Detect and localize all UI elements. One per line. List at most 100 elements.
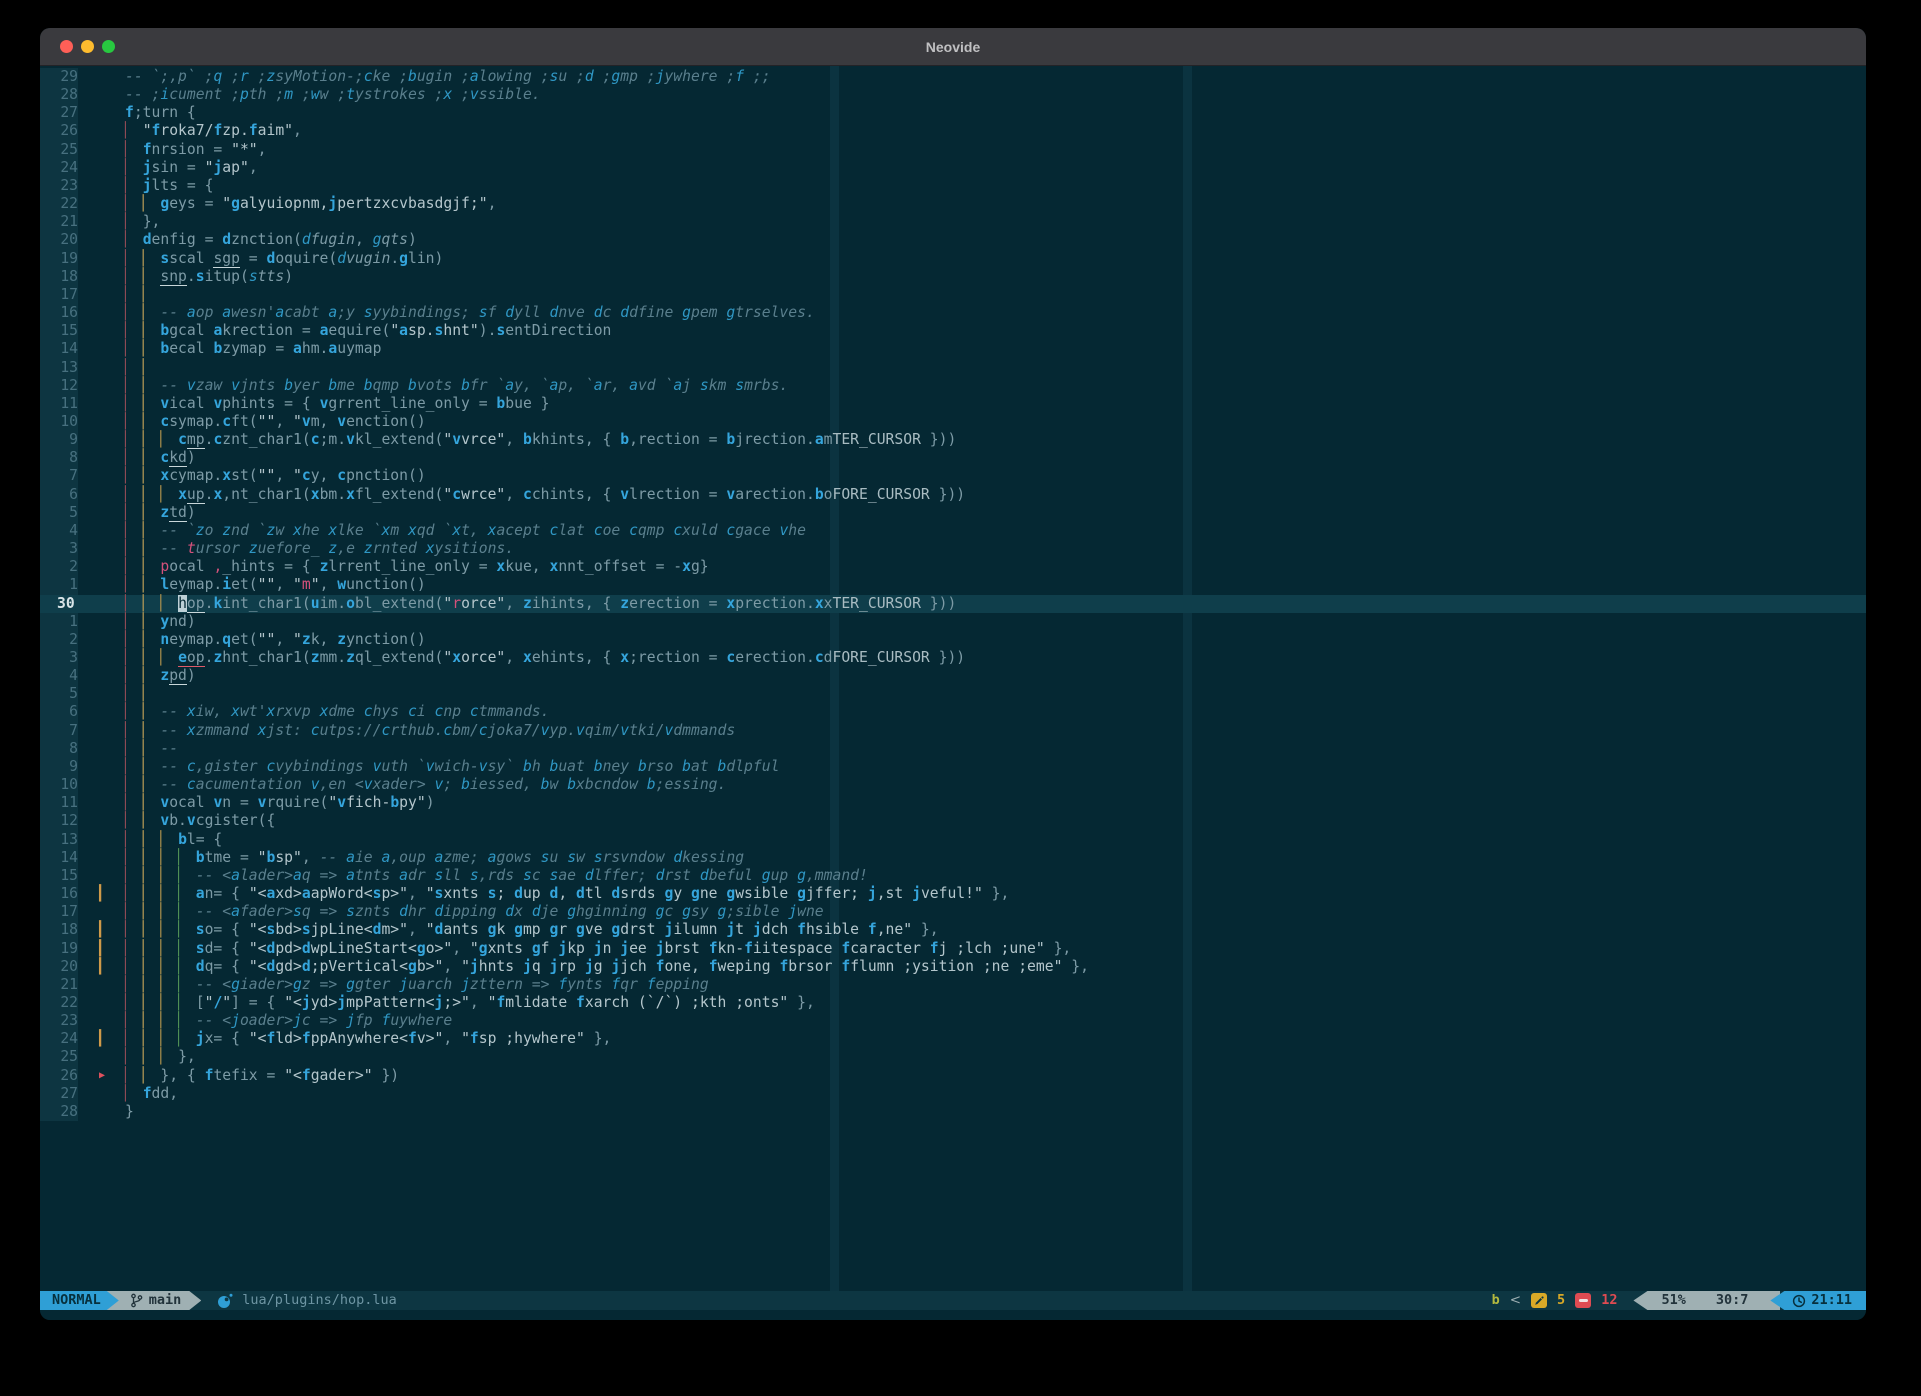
code-line[interactable]: 11▏ ▏ vical vphints = { vgrrent_line_onl… [40,395,1866,413]
code-line[interactable]: 2▏ ▏ neymap.qet("", "zk, zynction() [40,631,1866,649]
line-number: 9 [40,758,78,776]
sign-column [78,522,125,540]
code-line[interactable]: 21▏ ▏ ▏ ▏ -- <giader>gz => ggter juarch … [40,976,1866,994]
code-line[interactable]: 10▏ ▏ -- cacumentation v,en <vxader> v; … [40,776,1866,794]
code-text: ▏ ▏ ▏ ▏ -- <afader>sq => sznts dhr dippi… [125,903,1866,921]
code-line[interactable]: 6▏ ▏ ▏ xup.x,nt_char1(xbm.xfl_extend("cw… [40,486,1866,504]
code-line[interactable]: 16▏ ▏ -- aop awesn'acabt a;y syybindings… [40,304,1866,322]
code-line[interactable]: 17▏ ▏ [40,286,1866,304]
code-text: ▏ ▏ snp.situp(stts) [125,268,1866,286]
code-line[interactable]: 1▏ ▏ leymap.iet("", "m", wunction() [40,576,1866,594]
cursor-position: 30:7 [1716,1291,1749,1310]
line-number: 17 [40,286,78,304]
code-text: ▏ ▏ }, { ftefix = "<fgader>" }) [125,1067,1866,1085]
sign-column [78,540,125,558]
code-line[interactable]: 10▏ ▏ csymap.cft("", "vm, venction() [40,413,1866,431]
line-number: 25 [40,141,78,159]
code-line[interactable]: 3▏ ▏ -- tursor zuefore_ z,e zrnted xysit… [40,540,1866,558]
code-line[interactable]: 20▎▏ ▏ ▏ ▏ dq= { "<dgd>d;pVertical<gb>",… [40,958,1866,976]
code-line[interactable]: 27▏ fdd, [40,1085,1866,1103]
code-line[interactable]: 6▏ ▏ -- xiw, xwt'xrxvp xdme chys ci cnp … [40,703,1866,721]
sign-column [78,177,125,195]
code-line[interactable]: 12▏ ▏ -- vzaw vjnts byer bme bqmp bvots … [40,377,1866,395]
code-line[interactable]: 13▏ ▏ [40,359,1866,377]
code-line[interactable]: 20▏ denfig = dznction(dfugin, gqts) [40,231,1866,249]
line-number: 14 [40,340,78,358]
code-line[interactable]: 19▎▏ ▏ ▏ ▏ sd= { "<dpd>dwpLineStart<go>"… [40,940,1866,958]
code-line[interactable]: 28} [40,1103,1866,1121]
code-text: ▏ ▏ ▏ hop.kint_char1(uim.obl_extend("ror… [125,595,1866,613]
code-line[interactable]: 13▏ ▏ ▏ bl= { [40,831,1866,849]
code-line[interactable]: 8▏ ▏ ckd) [40,449,1866,467]
code-line[interactable]: 21▏ }, [40,213,1866,231]
code-line[interactable]: 9▏ ▏ ▏ cmp.cznt_char1(c;m.vkl_extend("vv… [40,431,1866,449]
code-line[interactable]: 12▏ ▏ vb.vcgister({ [40,812,1866,830]
line-number: 4 [40,522,78,540]
code-line[interactable]: 26▶▏ ▏ }, { ftefix = "<fgader>" }) [40,1067,1866,1085]
code-line[interactable]: 18▎▏ ▏ ▏ ▏ so= { "<sbd>sjpLine<dm>", "da… [40,921,1866,939]
mode-indicator: NORMAL [40,1291,119,1310]
sign-column [78,250,125,268]
file-info[interactable]: lua/plugins/hop.lua [217,1291,396,1310]
code-line[interactable]: 7▏ ▏ xcymap.xst("", "cy, cpnction() [40,467,1866,485]
zoom-button[interactable] [102,40,115,53]
code-text: -- `;,p` ;q ;r ;zsyMotion-;cke ;bugin ;a… [125,68,1866,86]
code-line[interactable]: 1▏ ▏ ynd) [40,613,1866,631]
code-line[interactable]: 27f;turn { [40,104,1866,122]
code-line[interactable]: 17▏ ▏ ▏ ▏ -- <afader>sq => sznts dhr dip… [40,903,1866,921]
code-lines: 29-- `;,p` ;q ;r ;zsyMotion-;cke ;bugin … [40,68,1866,1121]
sign-column [78,1103,125,1121]
code-line[interactable]: 16▎▏ ▏ ▏ ▏ an= { "<axd>aapWord<sp>", "sx… [40,885,1866,903]
code-line[interactable]: 25▏ ▏ ▏ }, [40,1048,1866,1066]
code-line[interactable]: 11▏ ▏ vocal vn = vrquire("vfich-bpy") [40,794,1866,812]
git-change-sign: ▎ [78,940,125,958]
code-line[interactable]: 24▏ jsin = "jap", [40,159,1866,177]
code-line[interactable]: 14▏ ▏ becal bzymap = ahm.auymap [40,340,1866,358]
sign-column [78,268,125,286]
sign-column [78,195,125,213]
code-line[interactable]: 29-- `;,p` ;q ;r ;zsyMotion-;cke ;bugin … [40,68,1866,86]
code-line[interactable]: 3▏ ▏ ▏ eop.zhnt_char1(zmm.zql_extend("xo… [40,649,1866,667]
line-number: 25 [40,1048,78,1066]
code-line[interactable]: 5▏ ▏ [40,685,1866,703]
code-line[interactable]: 5▏ ▏ ztd) [40,504,1866,522]
code-line[interactable]: 14▏ ▏ ▏ ▏ btme = "bsp", -- aie a,oup azm… [40,849,1866,867]
code-line[interactable]: 4▏ ▏ zpd) [40,667,1866,685]
code-line[interactable]: 22▏ ▏ geys = "galyuiopnm,jpertzxcvbasdgj… [40,195,1866,213]
code-line[interactable]: 28-- ;icument ;pth ;m ;ww ;tystrokes ;x … [40,86,1866,104]
code-line[interactable]: 15▏ ▏ ▏ ▏ -- <alader>aq => atnts adr sll… [40,867,1866,885]
text-cursor: h [178,595,187,612]
title-bar[interactable]: Neovide [40,28,1866,66]
code-line[interactable]: 24▎▏ ▏ ▏ ▏ jx= { "<fld>fppAnywhere<fv>",… [40,1030,1866,1048]
minimize-button[interactable] [81,40,94,53]
code-line[interactable]: 15▏ ▏ bgcal akrection = aequire("asp.shn… [40,322,1866,340]
line-number: 15 [40,322,78,340]
code-text: ▏ ▏ -- vzaw vjnts byer bme bqmp bvots bf… [125,377,1866,395]
code-line[interactable]: 9▏ ▏ -- c,gister cvybindings vuth `vwich… [40,758,1866,776]
code-line[interactable]: 7▏ ▏ -- xzmmand xjst: cutps://crthub.cbm… [40,722,1866,740]
code-text: f;turn { [125,104,1866,122]
code-line[interactable]: 8▏ ▏ -- [40,740,1866,758]
code-line[interactable]: 30▏ ▏ ▏ hop.kint_char1(uim.obl_extend("r… [40,595,1866,613]
close-button[interactable] [60,40,73,53]
code-line[interactable]: 23▏ ▏ ▏ ▏ -- <joader>jc => jfp fuywhere [40,1012,1866,1030]
code-line[interactable]: 19▏ ▏ sscal sgp = doquire(dvugin.glin) [40,250,1866,268]
command-line[interactable] [40,1310,1866,1320]
code-line[interactable]: 4▏ ▏ -- `zo znd `zw xhe xlke `xm xqd `xt… [40,522,1866,540]
code-line[interactable]: 2▏ ▏ pocal ,_hints = { zlrrent_line_only… [40,558,1866,576]
line-number: 3 [40,649,78,667]
editor-area[interactable]: 29-- `;,p` ;q ;r ;zsyMotion-;cke ;bugin … [40,66,1866,1291]
sign-column [78,613,125,631]
code-line[interactable]: 23▏ jlts = { [40,177,1866,195]
code-line[interactable]: 18▏ ▏ snp.situp(stts) [40,268,1866,286]
line-number: 11 [40,794,78,812]
sign-column [78,286,125,304]
line-number: 23 [40,177,78,195]
code-line[interactable]: 26▏ "froka7/fzp.faim", [40,122,1866,140]
git-change-sign: ▎ [78,921,125,939]
sign-column [78,558,125,576]
git-branch-segment[interactable]: main [106,1291,202,1310]
code-line[interactable]: 25▏ fnrsion = "*", [40,141,1866,159]
code-line[interactable]: 22▏ ▏ ▏ ▏ ["/"] = { "<jyd>jmpPattern<j;>… [40,994,1866,1012]
sign-column [78,831,125,849]
